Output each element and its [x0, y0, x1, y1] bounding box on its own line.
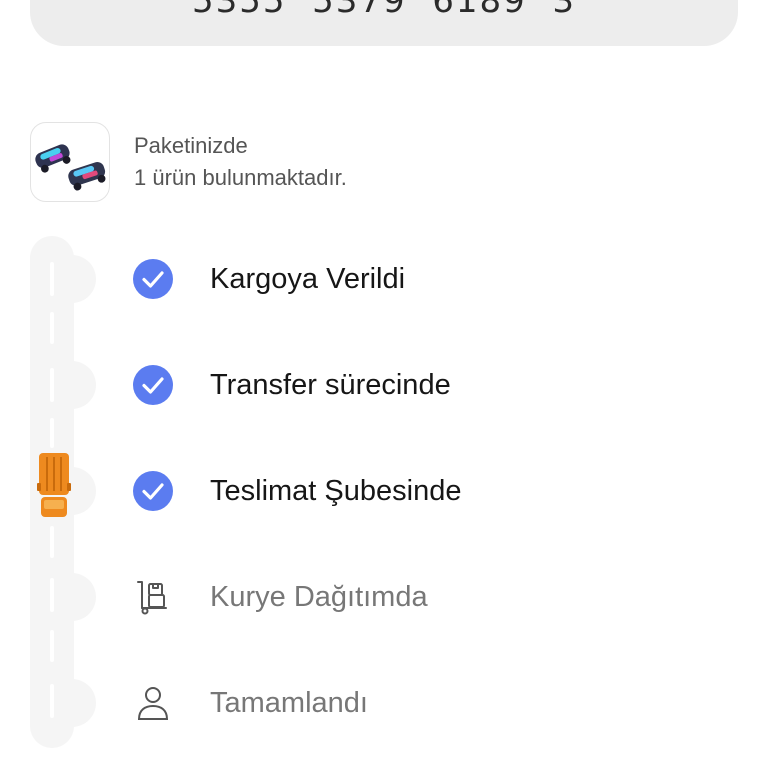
courier-hand-truck-icon	[132, 576, 174, 618]
package-info: Paketinizde 1 ürün bulunmaktadır.	[134, 130, 347, 194]
track-dash	[50, 578, 54, 612]
track-dash	[50, 684, 54, 718]
track-dash	[50, 526, 54, 558]
step-label: Kurye Dağıtımda	[210, 581, 428, 613]
check-circle-icon	[132, 470, 174, 512]
step-label: Transfer sürecinde	[210, 369, 451, 401]
tracking-number-card[interactable]: 5355 5379 6189 3	[30, 0, 738, 46]
step-label: Tamamlandı	[210, 687, 368, 719]
step-tamamlandi: Tamamlandı	[132, 682, 368, 724]
check-circle-icon	[132, 258, 174, 300]
package-item-count: 1 ürün bulunmaktadır.	[134, 165, 347, 190]
step-label: Kargoya Verildi	[210, 263, 406, 295]
track-bump	[66, 361, 96, 409]
check-circle-icon	[132, 364, 174, 406]
track-dash	[50, 630, 54, 662]
track-bump	[66, 573, 96, 621]
step-kargoya-verildi: Kargoya Verildi	[132, 258, 405, 300]
track-dash	[50, 368, 54, 402]
step-label: Teslimat Şubesinde	[210, 475, 462, 507]
package-info-title: Paketinizde	[134, 133, 248, 158]
step-kurye-dagitimda: Kurye Dağıtımda	[132, 576, 428, 618]
track-dash	[50, 312, 54, 344]
step-teslimat-subesinde: Teslimat Şubesinde	[132, 470, 461, 512]
track-bump	[66, 255, 96, 303]
toy-cars-image	[35, 144, 106, 191]
person-icon	[132, 682, 174, 724]
track-bump	[66, 679, 96, 727]
delivery-truck-icon	[37, 453, 71, 517]
track-dash	[50, 418, 54, 448]
tracking-number: 5355 5379 6189 3	[191, 0, 577, 21]
product-thumbnail[interactable]	[30, 122, 110, 202]
package-summary: Paketinizde 1 ürün bulunmaktadır.	[30, 122, 347, 202]
step-transfer-surecinde: Transfer sürecinde	[132, 364, 451, 406]
track-dash	[50, 262, 54, 296]
